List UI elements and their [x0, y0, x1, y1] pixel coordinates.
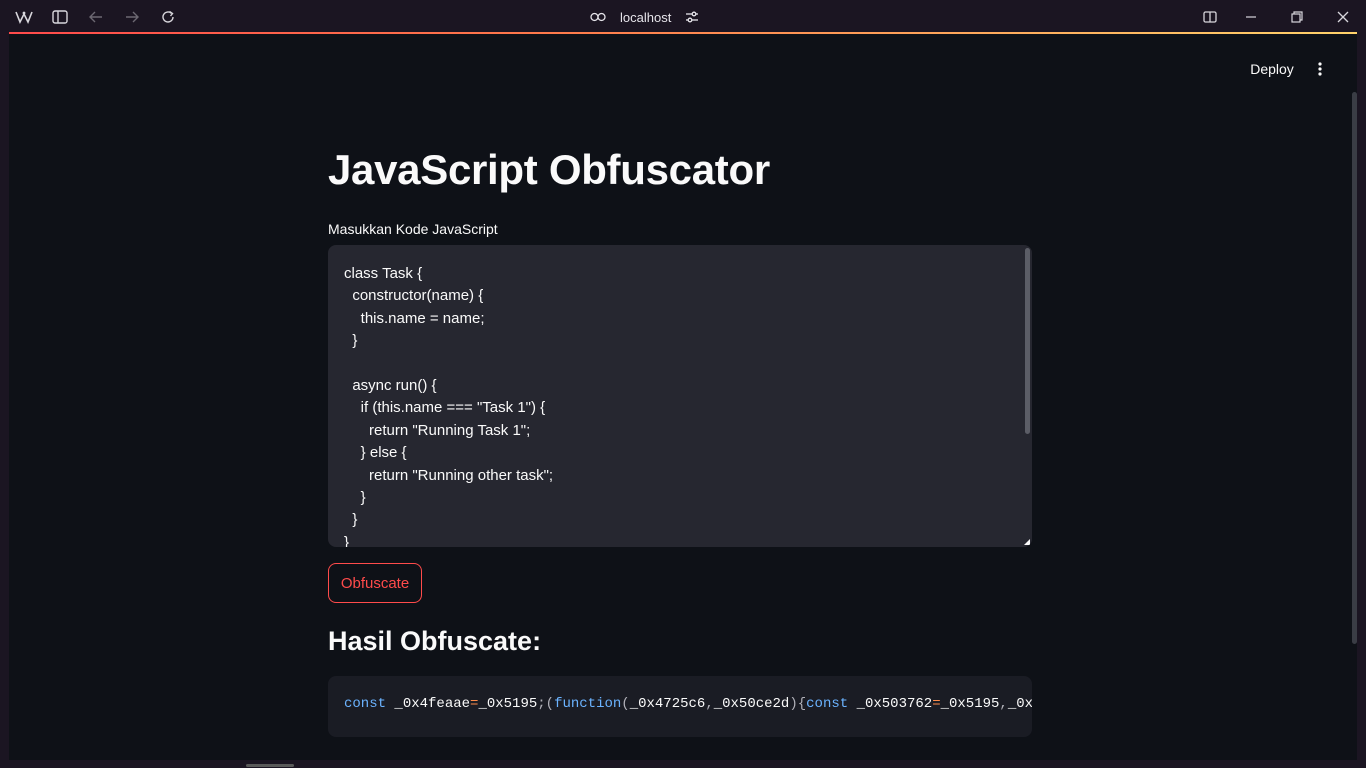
- browser-toolbar: localhost: [0, 0, 1366, 33]
- split-view-icon[interactable]: [1199, 6, 1221, 28]
- reload-icon[interactable]: [157, 6, 179, 28]
- sidebar-toggle-icon[interactable]: [49, 6, 71, 28]
- deploy-button[interactable]: Deploy: [1240, 58, 1304, 80]
- resize-handle-icon[interactable]: [1024, 539, 1030, 545]
- browser-logo-icon[interactable]: [13, 6, 35, 28]
- obfuscated-output[interactable]: const _0x4feaae=_0x5195;(function(_0x472…: [328, 676, 1032, 737]
- address-bar[interactable]: localhost: [590, 6, 699, 28]
- minimize-icon[interactable]: [1240, 6, 1262, 28]
- app-top-decoration: [9, 32, 1357, 34]
- forward-arrow-icon[interactable]: [121, 6, 143, 28]
- link-icon: [590, 12, 606, 22]
- address-url: localhost: [620, 9, 672, 25]
- result-heading: Hasil Obfuscate:: [328, 626, 542, 656]
- site-settings-icon[interactable]: [685, 11, 699, 23]
- main-menu-icon[interactable]: [1311, 58, 1329, 80]
- page-title: JavaScript Obfuscator: [328, 146, 770, 193]
- obfuscated-code: const _0x4feaae=_0x5195;(function(_0x472…: [344, 696, 1032, 712]
- back-arrow-icon[interactable]: [85, 6, 107, 28]
- close-icon[interactable]: [1332, 6, 1354, 28]
- page-scrollbar[interactable]: [1352, 92, 1357, 644]
- code-input-container: class Task { constructor(name) { this.na…: [328, 245, 1032, 547]
- obfuscate-button[interactable]: Obfuscate: [328, 563, 422, 603]
- restore-icon[interactable]: [1286, 6, 1308, 28]
- horizontal-scrollbar[interactable]: [246, 764, 294, 767]
- code-input[interactable]: class Task { constructor(name) { this.na…: [328, 245, 1024, 547]
- code-input-scrollbar[interactable]: [1025, 248, 1030, 434]
- code-input-label: Masukkan Kode JavaScript: [328, 221, 498, 237]
